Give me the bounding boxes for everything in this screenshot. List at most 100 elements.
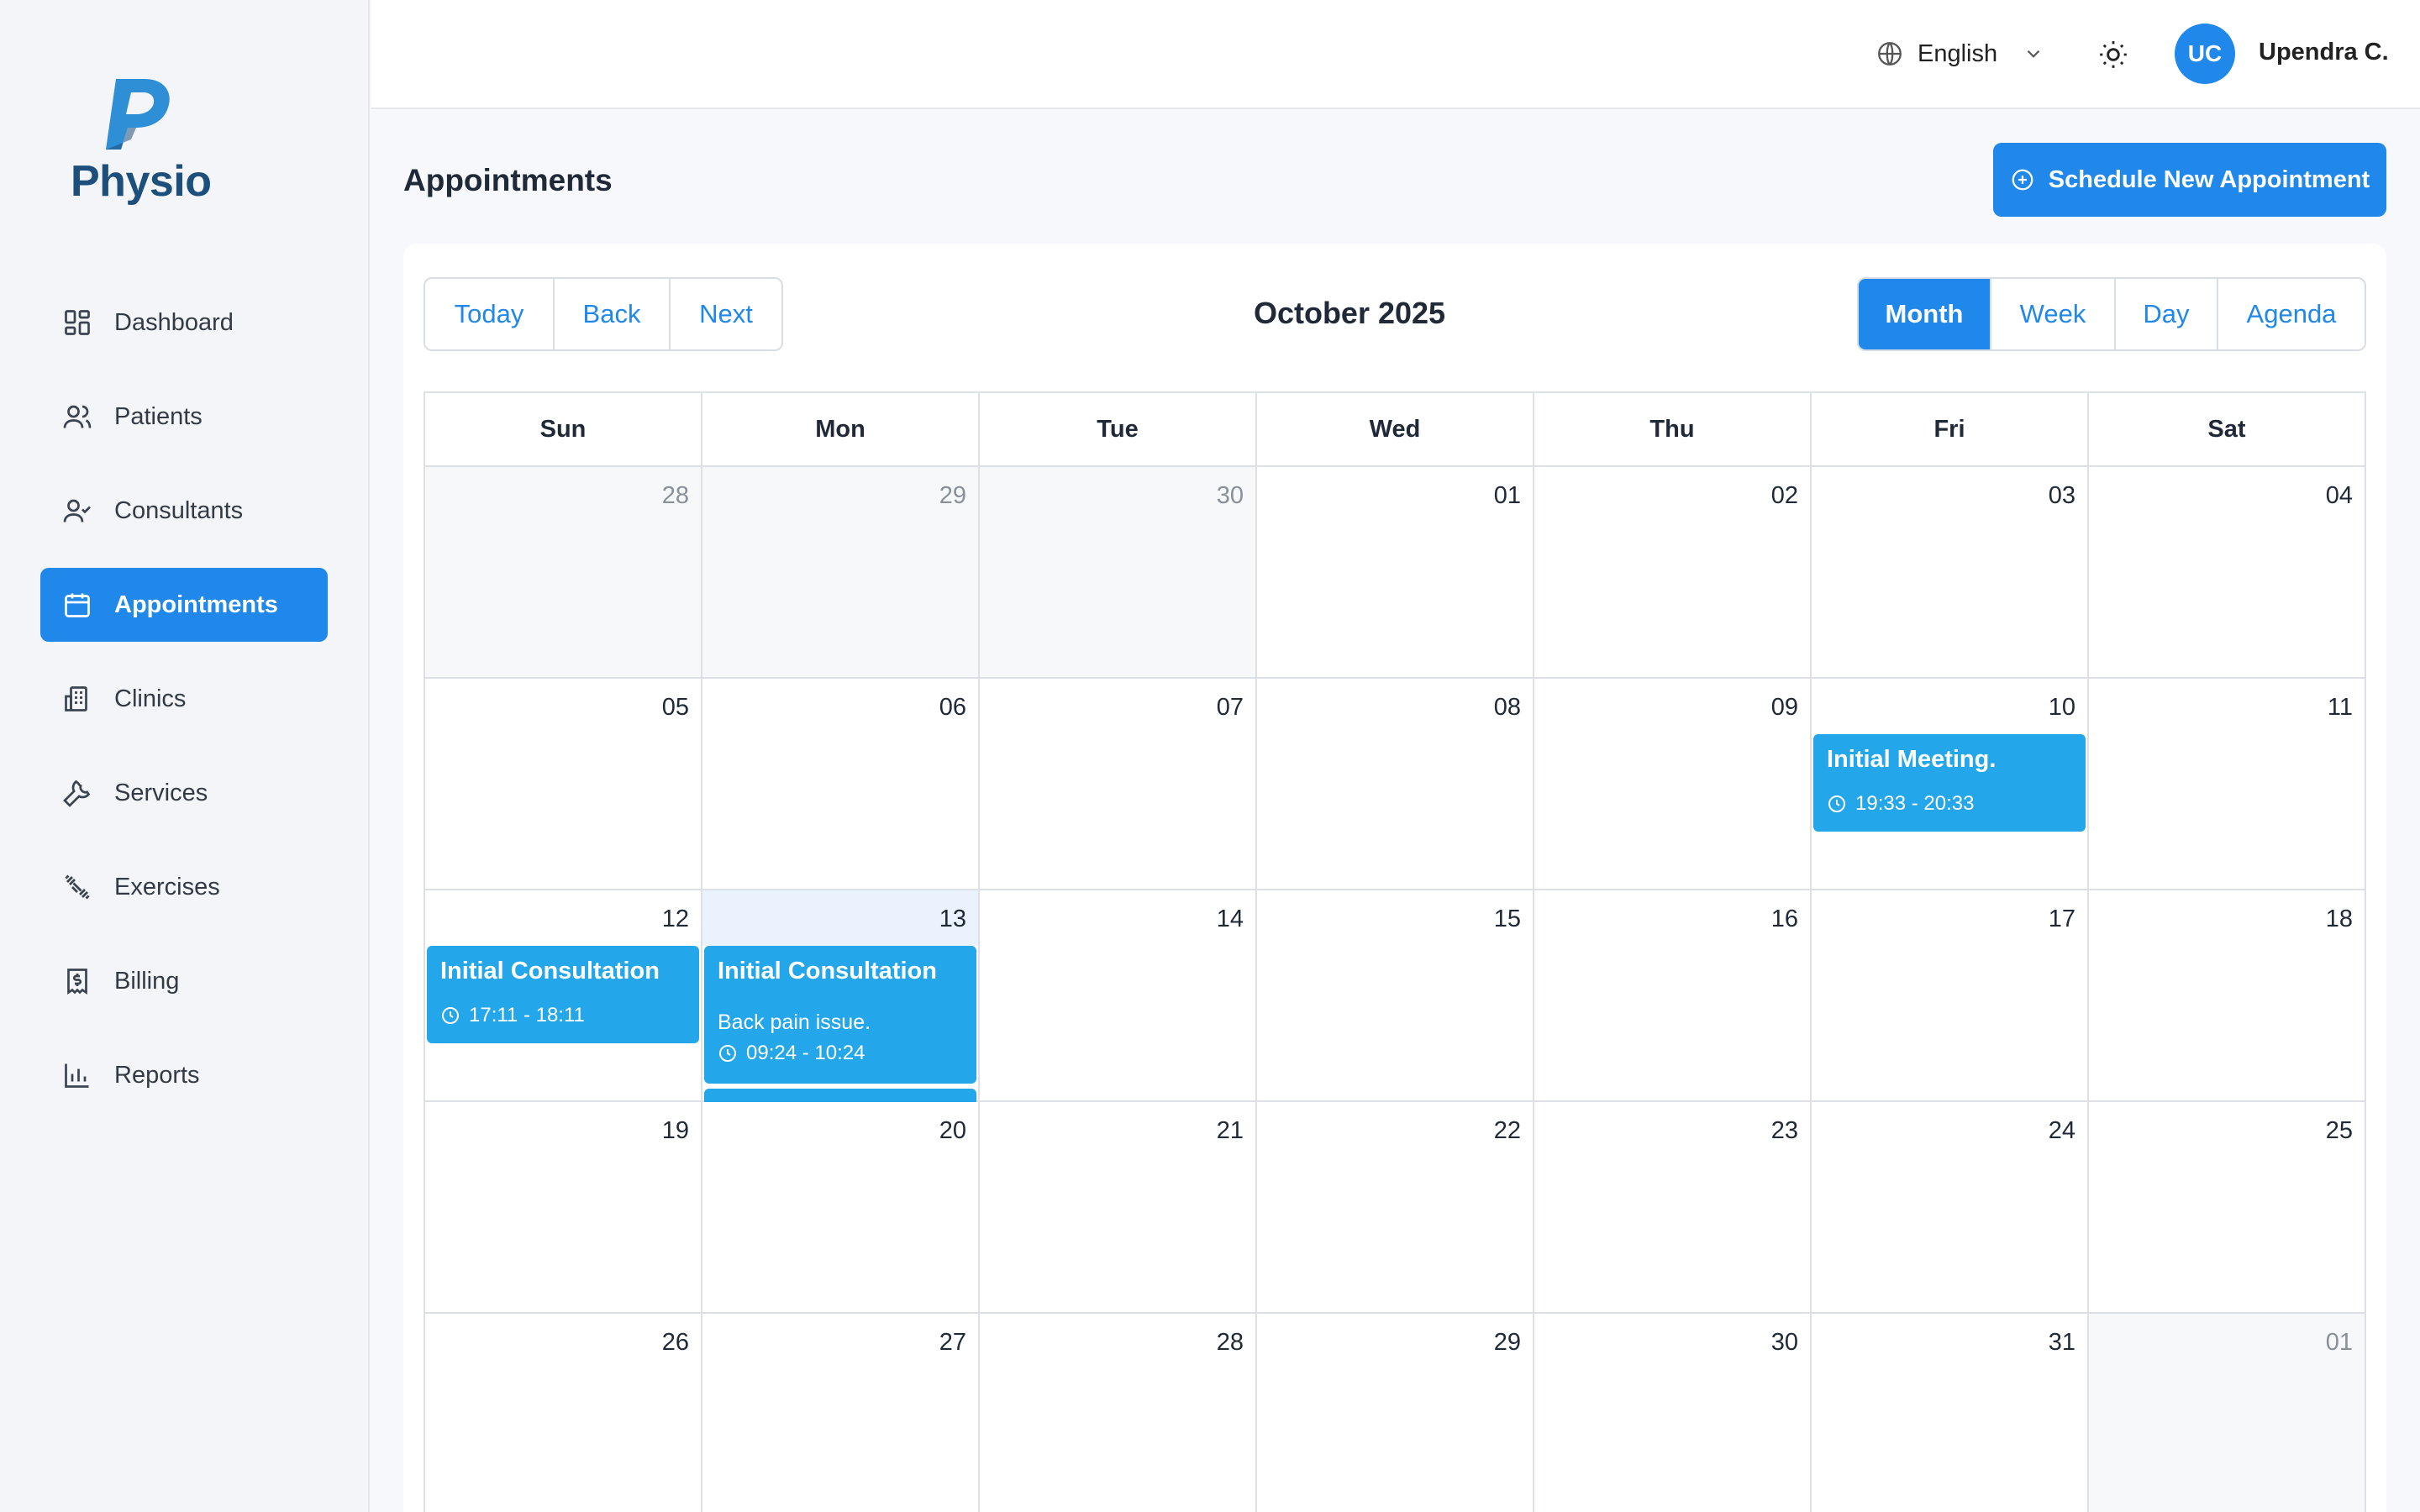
day-cell[interactable]: 27 [702, 1314, 980, 1512]
language-selector[interactable]: English [1876, 37, 2044, 71]
day-number[interactable]: 22 [1494, 1117, 1521, 1145]
day-number[interactable]: 17 [2049, 906, 2075, 933]
calendar-event[interactable]: Initial Consultation Back pain issue. 09… [704, 946, 976, 1084]
day-cell[interactable]: 23 [1534, 1102, 1812, 1312]
day-number[interactable]: 23 [1771, 1117, 1798, 1145]
day-cell[interactable]: 24 [1812, 1102, 2089, 1312]
day-number[interactable]: 20 [939, 1117, 966, 1145]
day-cell[interactable]: 20 [702, 1102, 980, 1312]
next-button[interactable]: Next [671, 279, 781, 349]
avatar[interactable]: UC [2175, 24, 2235, 84]
sidebar-item-clinics[interactable]: Clinics [40, 662, 328, 736]
day-cell[interactable]: 08 [1257, 679, 1534, 889]
day-number[interactable]: 16 [1771, 906, 1798, 933]
day-number[interactable]: 08 [1494, 694, 1521, 722]
view-day-button[interactable]: Day [2116, 279, 2218, 349]
day-number[interactable]: 05 [662, 694, 689, 722]
day-number[interactable]: 24 [2049, 1117, 2075, 1145]
day-cell[interactable]: 07 [980, 679, 1257, 889]
day-cell[interactable]: 09 [1534, 679, 1812, 889]
day-number[interactable]: 30 [1771, 1329, 1798, 1357]
day-number[interactable]: 30 [1217, 482, 1244, 510]
day-cell[interactable]: 10 Initial Meeting. 19:33 - 20:33 [1812, 679, 2089, 889]
day-cell[interactable]: 31 [1812, 1314, 2089, 1512]
day-cell[interactable]: 25 [2089, 1102, 2365, 1312]
day-number[interactable]: 09 [1771, 694, 1798, 722]
day-cell[interactable]: 22 [1257, 1102, 1534, 1312]
day-number[interactable]: 26 [662, 1329, 689, 1357]
day-cell[interactable]: 05 [425, 679, 702, 889]
day-number[interactable]: 02 [1771, 482, 1798, 510]
day-cell[interactable]: 06 [702, 679, 980, 889]
sidebar-item-label: Consultants [114, 496, 244, 524]
physio-logo[interactable]: Physio [71, 72, 213, 207]
day-cell[interactable]: 12 Initial Consultation 17:11 - 18:11 [425, 890, 702, 1100]
day-number[interactable]: 01 [2326, 1329, 2353, 1357]
sidebar-item-exercises[interactable]: Exercises [40, 850, 328, 924]
sidebar-item-reports[interactable]: Reports [40, 1038, 328, 1112]
view-agenda-button[interactable]: Agenda [2218, 279, 2365, 349]
day-cell[interactable]: 17 [1812, 890, 2089, 1100]
day-number[interactable]: 28 [1217, 1329, 1244, 1357]
day-number[interactable]: 03 [2049, 482, 2075, 510]
sidebar-item-patients[interactable]: Patients [40, 380, 328, 454]
day-number[interactable]: 21 [1217, 1117, 1244, 1145]
sidebar-item-services[interactable]: Services [40, 756, 328, 830]
day-cell[interactable]: 15 [1257, 890, 1534, 1100]
day-number[interactable]: 13 [939, 906, 966, 933]
day-number[interactable]: 29 [939, 482, 966, 510]
view-month-button[interactable]: Month [1859, 279, 1991, 349]
day-number[interactable]: 06 [939, 694, 966, 722]
day-number[interactable]: 19 [662, 1117, 689, 1145]
calendar-event[interactable]: Initial Meeting. 19:33 - 20:33 [1813, 734, 2086, 832]
day-number[interactable]: 29 [1494, 1329, 1521, 1357]
sidebar-item-consultants[interactable]: Consultants [40, 474, 328, 548]
logo-text: Physio [71, 157, 212, 206]
day-cell[interactable]: 01 [2089, 1314, 2365, 1512]
day-number[interactable]: 25 [2326, 1117, 2353, 1145]
day-cell[interactable]: 28 [425, 467, 702, 677]
day-number[interactable]: 27 [939, 1329, 966, 1357]
day-cell[interactable]: 03 [1812, 467, 2089, 677]
today-button[interactable]: Today [425, 279, 555, 349]
day-number[interactable]: 15 [1494, 906, 1521, 933]
day-number[interactable]: 12 [662, 906, 689, 933]
day-cell[interactable]: 26 [425, 1314, 702, 1512]
day-cell[interactable]: 18 [2089, 890, 2365, 1100]
day-cell[interactable]: 16 [1534, 890, 1812, 1100]
view-week-button[interactable]: Week [1991, 279, 2116, 349]
calendar-event[interactable]: Initial Consultation 17:11 - 18:11 [427, 946, 699, 1043]
day-cell[interactable]: 29 [1257, 1314, 1534, 1512]
day-number[interactable]: 04 [2326, 482, 2353, 510]
day-number[interactable]: 14 [1217, 906, 1244, 933]
day-cell[interactable]: 02 [1534, 467, 1812, 677]
day-cell[interactable]: 14 [980, 890, 1257, 1100]
month-grid: Sun Mon Tue Wed Thu Fri Sat 28 29 30 01 … [424, 391, 2366, 1512]
event-time: 19:33 - 20:33 [1827, 792, 2072, 816]
day-number[interactable]: 07 [1217, 694, 1244, 722]
sidebar-item-dashboard[interactable]: Dashboard [40, 286, 328, 360]
schedule-new-appointment-button[interactable]: Schedule New Appointment [1993, 143, 2386, 217]
day-cell[interactable]: 30 [1534, 1314, 1812, 1512]
day-cell[interactable]: 04 [2089, 467, 2365, 677]
day-number[interactable]: 01 [1494, 482, 1521, 510]
day-cell[interactable]: 11 [2089, 679, 2365, 889]
calendar-event-overflow[interactable] [704, 1089, 976, 1102]
day-cell[interactable]: 30 [980, 467, 1257, 677]
day-cell[interactable]: 28 [980, 1314, 1257, 1512]
day-number[interactable]: 31 [2049, 1329, 2075, 1357]
theme-toggle-button[interactable] [2096, 37, 2131, 72]
day-number[interactable]: 28 [662, 482, 689, 510]
day-cell[interactable]: 21 [980, 1102, 1257, 1312]
day-cell-today[interactable]: 13 Initial Consultation Back pain issue.… [702, 890, 980, 1102]
day-cell[interactable]: 01 [1257, 467, 1534, 677]
back-button[interactable]: Back [555, 279, 671, 349]
day-cell[interactable]: 19 [425, 1102, 702, 1312]
day-number[interactable]: 11 [2328, 694, 2353, 722]
day-number[interactable]: 18 [2326, 906, 2353, 933]
sidebar-item-appointments[interactable]: Appointments [40, 568, 328, 642]
day-cell[interactable]: 29 [702, 467, 980, 677]
user-name[interactable]: Upendra C. [2259, 39, 2389, 66]
sidebar-item-billing[interactable]: Billing [40, 944, 328, 1018]
day-number[interactable]: 10 [2049, 694, 2075, 722]
